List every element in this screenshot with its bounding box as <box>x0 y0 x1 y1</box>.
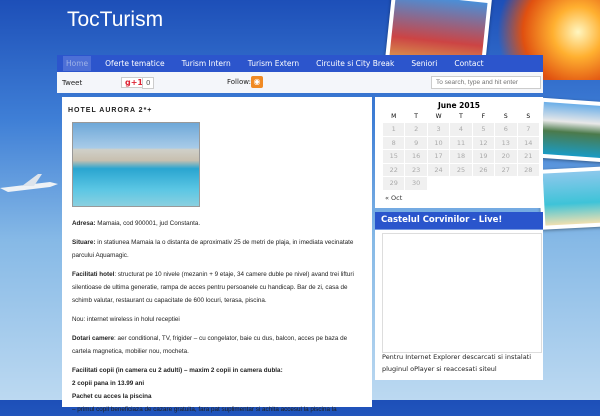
calendar-table: M T W T F S S 1 2 3 4 5 6 7 8 9 10 11 12 13 14 15 16 17 18 19 20 21… <box>382 110 540 191</box>
calendar-week: 22 23 24 25 26 27 28 <box>383 163 539 176</box>
calendar-day: 30 <box>405 177 427 190</box>
social-bar: Tweet g+1 0 Follow: ◉ <box>57 72 543 93</box>
paragraph-facilitati: Facilitati hotel: structurat pe 10 nivel… <box>72 268 364 307</box>
nav-circuite[interactable]: Circuite si City Break <box>313 56 397 71</box>
calendar-day <box>518 177 539 190</box>
hotel-image <box>72 122 200 207</box>
calendar-day: 27 <box>495 163 517 176</box>
calendar-day-header: T <box>414 113 418 120</box>
gplus-count: 0 <box>142 77 155 89</box>
calendar-day: 23 <box>405 163 427 176</box>
paragraph-situare: Situare: in statiunea Mamaia la o distan… <box>72 236 364 262</box>
widget-text: Pentru Internet Explorer descarcati si i… <box>382 353 532 373</box>
paragraph-nou: Nou: internet wireless in holul receptie… <box>72 313 364 326</box>
calendar-day-header: T <box>459 113 463 120</box>
search-input[interactable] <box>431 76 541 89</box>
calendar-day: 28 <box>517 163 539 176</box>
nav-oferte-tematice[interactable]: Oferte tematice <box>102 56 167 71</box>
calendar-day-header: F <box>481 113 486 120</box>
lake-photo <box>535 97 600 163</box>
nav-home[interactable]: Home <box>63 56 92 71</box>
calendar-day: 7 <box>517 123 539 136</box>
calendar-day: 29 <box>383 177 405 190</box>
beach-photo <box>538 166 600 230</box>
calendar-day-header: W <box>435 113 442 120</box>
calendar-day: 18 <box>450 150 472 163</box>
kids-title: Facilitati copii (in camera cu 2 adulti)… <box>72 367 283 374</box>
calendar-day: 6 <box>495 123 517 136</box>
site-title[interactable]: TocTurism <box>67 8 163 32</box>
calendar-day: 17 <box>427 150 450 163</box>
paragraph-dotari: Dotari camere: aer conditional, TV, frig… <box>72 332 364 358</box>
calendar-day: 11 <box>450 136 472 149</box>
calendar-day: 21 <box>517 150 539 163</box>
calendar-week: 8 9 10 11 12 13 14 <box>383 136 539 149</box>
paragraph-adresa: Adresa: Mamaia, cod 900001, jud Constant… <box>72 217 364 230</box>
calendar-day: 14 <box>517 136 539 149</box>
calendar-widget: June 2015 M T W T F S S 1 2 3 4 5 6 7 8 9 10 11 12 13 14 15 16… <box>375 97 543 208</box>
text: Mamaia, cod 900001, jud Constanta. <box>95 220 201 227</box>
calendar-day <box>495 177 516 190</box>
calendar-day-header: M <box>391 113 397 120</box>
calendar-day: 26 <box>472 163 495 176</box>
nav-contact[interactable]: Contact <box>451 56 486 71</box>
nav-seniori[interactable]: Seniori <box>408 56 440 71</box>
rss-icon[interactable]: ◉ <box>251 76 263 88</box>
nav-turism-intern[interactable]: Turism Intern <box>179 56 234 71</box>
calendar-day <box>428 177 449 190</box>
label: Facilitati hotel <box>72 271 115 278</box>
tweet-button[interactable]: Tweet <box>62 79 82 87</box>
video-player[interactable] <box>382 233 542 353</box>
nav-turism-extern[interactable]: Turism Extern <box>245 56 302 71</box>
follow-label: Follow: <box>227 78 251 86</box>
calendar-day: 5 <box>472 123 495 136</box>
calendar-day: 1 <box>383 123 405 136</box>
calendar-week: 29 30 <box>383 177 539 190</box>
calendar-day: 3 <box>427 123 450 136</box>
calendar-day <box>450 177 471 190</box>
kids-pack: Pachet cu acces la piscina <box>72 393 152 400</box>
calendar-week: 15 16 17 18 19 20 21 <box>383 150 539 163</box>
calendar-day: 19 <box>472 150 495 163</box>
calendar-day: 9 <box>405 136 427 149</box>
calendar-day: 8 <box>383 136 405 149</box>
calendar-day: 20 <box>495 150 517 163</box>
post-content: HOTEL AURORA 2*+ Adresa: Mamaia, cod 900… <box>62 97 372 413</box>
calendar-day: 13 <box>495 136 517 149</box>
calendar-day: 22 <box>383 163 405 176</box>
widget-title: Castelul Corvinilor - Live! <box>375 212 543 230</box>
kids-text: – primul copil beneficiaza de cazare gra… <box>72 406 337 413</box>
calendar-prev-link[interactable]: « Oct <box>385 194 402 202</box>
post-title: HOTEL AURORA 2*+ <box>68 107 153 114</box>
airplane-decoration <box>0 174 58 192</box>
calendar-day: 24 <box>427 163 450 176</box>
text: Nou: internet wireless in holul receptie… <box>72 316 180 323</box>
kids-age: 2 copii pana in 13.99 ani <box>72 380 145 387</box>
calendar-day-header: S <box>503 113 508 120</box>
label: Adresa: <box>72 220 96 227</box>
live-widget: Pentru Internet Explorer descarcati si i… <box>375 230 543 380</box>
calendar-day: 15 <box>383 150 405 163</box>
calendar-day: 16 <box>405 150 427 163</box>
calendar-day: 25 <box>450 163 472 176</box>
calendar-caption: June 2015 <box>437 101 481 110</box>
calendar-day <box>473 177 494 190</box>
text: : aer conditional, TV, frigider – cu con… <box>72 335 348 355</box>
calendar-day: 4 <box>450 123 472 136</box>
calendar-day: 12 <box>472 136 495 149</box>
text: in statiunea Mamaia la o distanta de apr… <box>72 239 354 259</box>
calendar-day: 10 <box>427 136 450 149</box>
calendar-day: 2 <box>405 123 427 136</box>
main-nav: Home Oferte tematice Turism Intern Turis… <box>57 55 543 72</box>
label: Dotari camere <box>72 335 114 342</box>
paragraph-copii: Facilitati copii (in camera cu 2 adulti)… <box>72 364 364 416</box>
calendar-day-header: S <box>526 113 531 120</box>
label: Situare: <box>72 239 96 246</box>
text: : structurat pe 10 nivele (mezanin + 9 e… <box>72 271 354 304</box>
calendar-week: 1234567 <box>383 123 539 136</box>
